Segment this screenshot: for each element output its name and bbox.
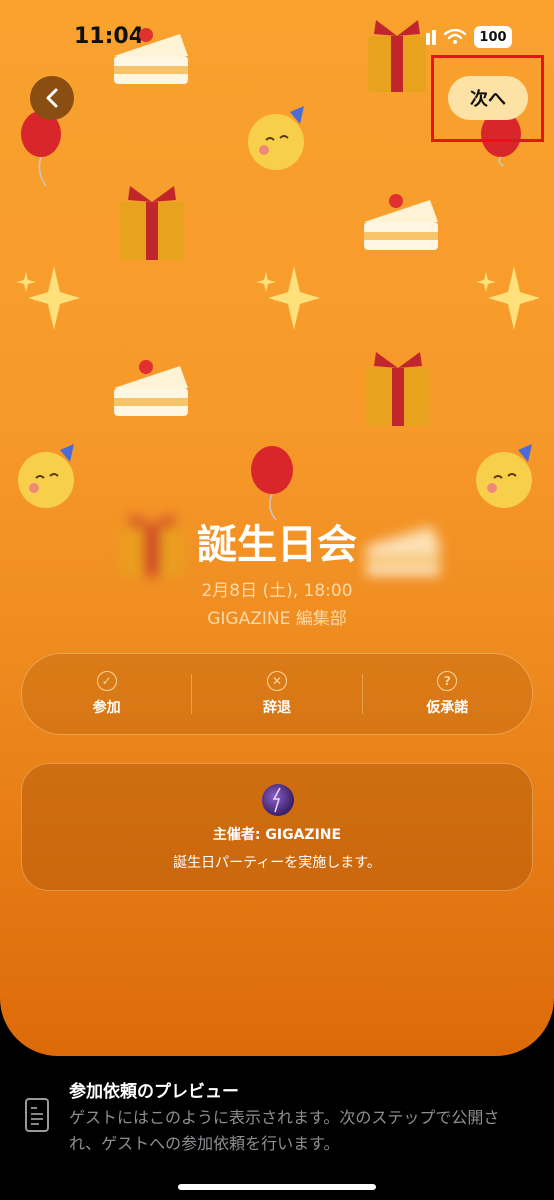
rsvp-maybe-label: 仮承諾 (426, 700, 469, 716)
preview-icon (25, 1098, 49, 1132)
check-circle-icon: ✓ (96, 671, 117, 691)
lightning-icon (272, 787, 281, 813)
balloon-icon (21, 111, 61, 187)
party-face-icon (18, 444, 74, 508)
sparkles-icon (256, 266, 320, 330)
preview-title: 参加依頼のプレビュー (69, 1082, 239, 1102)
gift-icon (120, 186, 184, 260)
party-face-icon (476, 444, 532, 508)
invitation-preview-card: 11:04 100 次へ 誕生日会 2月8日 (土), 18:00 GIGAZI… (0, 0, 554, 1056)
rsvp-attend-label: 参加 (92, 700, 121, 716)
balloon-icon (251, 446, 293, 521)
x-circle-icon: ✕ (266, 671, 287, 691)
cake-icon (364, 194, 438, 250)
host-avatar (262, 784, 294, 816)
rsvp-attend-button[interactable]: ✓ 参加 (22, 654, 191, 734)
question-circle-icon: ? (437, 671, 458, 691)
chevron-left-icon (46, 88, 58, 108)
screen: 11:04 100 次へ 誕生日会 2月8日 (土), 18:00 GIGAZI… (0, 0, 554, 1200)
battery-icon: 100 (474, 26, 512, 48)
event-organizer: GIGAZINE 編集部 (207, 609, 347, 629)
event-date: 2月8日 (土), 18:00 (201, 581, 353, 601)
host-description: 誕生日パーティーを実施します。 (173, 855, 381, 871)
gift-icon (368, 20, 426, 92)
rsvp-bar: ✓ 参加 ✕ 辞退 ? 仮承諾 (21, 653, 533, 735)
host-card: 主催者: GIGAZINE 誕生日パーティーを実施します。 (21, 763, 533, 891)
rsvp-decline-button[interactable]: ✕ 辞退 (192, 654, 361, 734)
cake-icon (114, 28, 188, 84)
rsvp-decline-label: 辞退 (262, 700, 291, 716)
preview-description: ゲストにはこのように表示されます。次のステップで公開され、ゲストへの参加依頼を行… (69, 1108, 500, 1153)
gift-icon (366, 352, 430, 426)
home-indicator (178, 1184, 376, 1190)
host-name: 主催者: GIGAZINE (212, 827, 342, 843)
highlight-box (431, 55, 544, 142)
party-face-icon (248, 106, 304, 170)
rsvp-maybe-button[interactable]: ? 仮承諾 (363, 654, 532, 734)
cake-icon (114, 360, 188, 416)
wifi-icon (444, 29, 466, 44)
sparkles-icon (476, 266, 540, 330)
back-button[interactable] (30, 76, 74, 120)
event-title: 誕生日会 (197, 522, 357, 568)
sparkles-icon (16, 266, 80, 330)
